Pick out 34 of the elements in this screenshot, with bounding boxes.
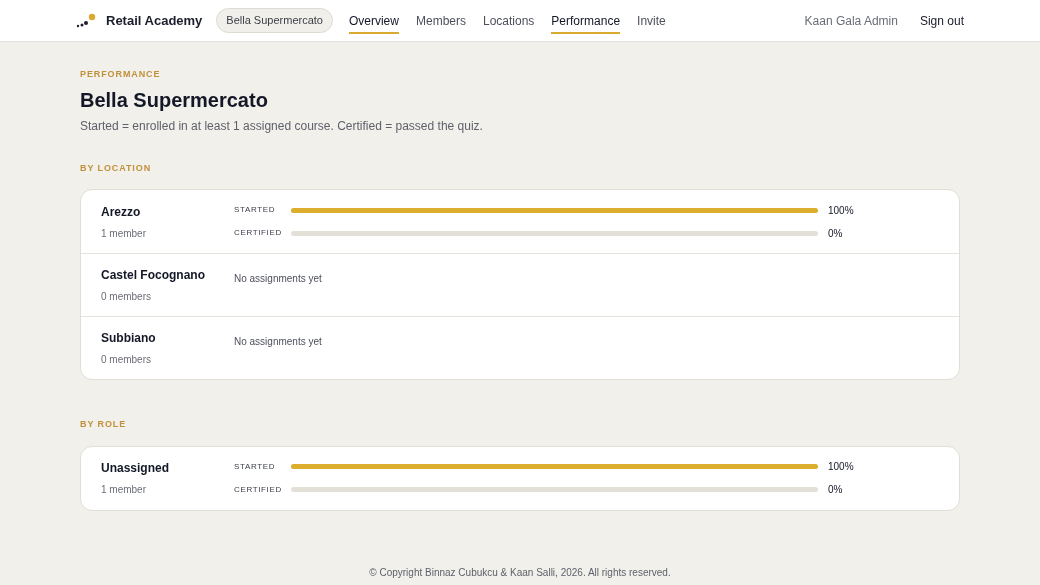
nav-link[interactable]: Performance bbox=[551, 11, 621, 34]
percent-value: 100% bbox=[828, 460, 854, 474]
nav-link[interactable]: Locations bbox=[483, 11, 535, 34]
group-name: Subbiano bbox=[101, 330, 157, 347]
page-description: Started = enrolled in at least 1 assigned course. Certified = passed the quiz. bbox=[80, 117, 484, 135]
user-name: Kaan Gala Admin bbox=[804, 12, 898, 30]
member-count: 0 members bbox=[101, 290, 152, 304]
metric-label: STARTED bbox=[234, 460, 277, 473]
page-eyebrow: PERFORMANCE bbox=[80, 68, 162, 81]
group-name: Castel Focognano bbox=[101, 267, 206, 284]
member-count: 1 member bbox=[101, 483, 147, 497]
nav-link[interactable]: Members bbox=[415, 11, 466, 34]
page-title: Bella Supermercato bbox=[80, 87, 269, 113]
nav-link[interactable]: Invite bbox=[637, 11, 666, 34]
section-heading: BY LOCATION bbox=[80, 161, 153, 175]
percent-value: 0% bbox=[828, 483, 843, 497]
percent-value: 100% bbox=[828, 203, 854, 218]
member-count: 0 members bbox=[101, 353, 152, 367]
empty-note: No assignments yet bbox=[234, 271, 323, 286]
nav-link[interactable]: Overview bbox=[348, 11, 399, 34]
empty-note: No assignments yet bbox=[234, 334, 323, 349]
percent-value: 0% bbox=[828, 226, 843, 241]
member-count: 1 member bbox=[101, 226, 147, 241]
organization-badge: Bella Supermercato bbox=[216, 8, 333, 33]
brand-name[interactable]: Retail Academy bbox=[106, 10, 203, 31]
section-heading: BY ROLE bbox=[80, 418, 128, 431]
metric-label: CERTIFIED bbox=[234, 227, 283, 239]
group-name: Unassigned bbox=[101, 460, 170, 477]
metric-label: STARTED bbox=[234, 204, 277, 216]
sign-out-button[interactable]: Sign out bbox=[919, 11, 964, 30]
group-name: Arezzo bbox=[101, 203, 142, 221]
logo-icon bbox=[76, 12, 96, 29]
copyright-text: © Copyright Binnaz Cubukcu & Kaan Salli, 2026. All rights reserved. bbox=[368, 566, 672, 580]
metric-label: CERTIFIED bbox=[234, 483, 283, 496]
